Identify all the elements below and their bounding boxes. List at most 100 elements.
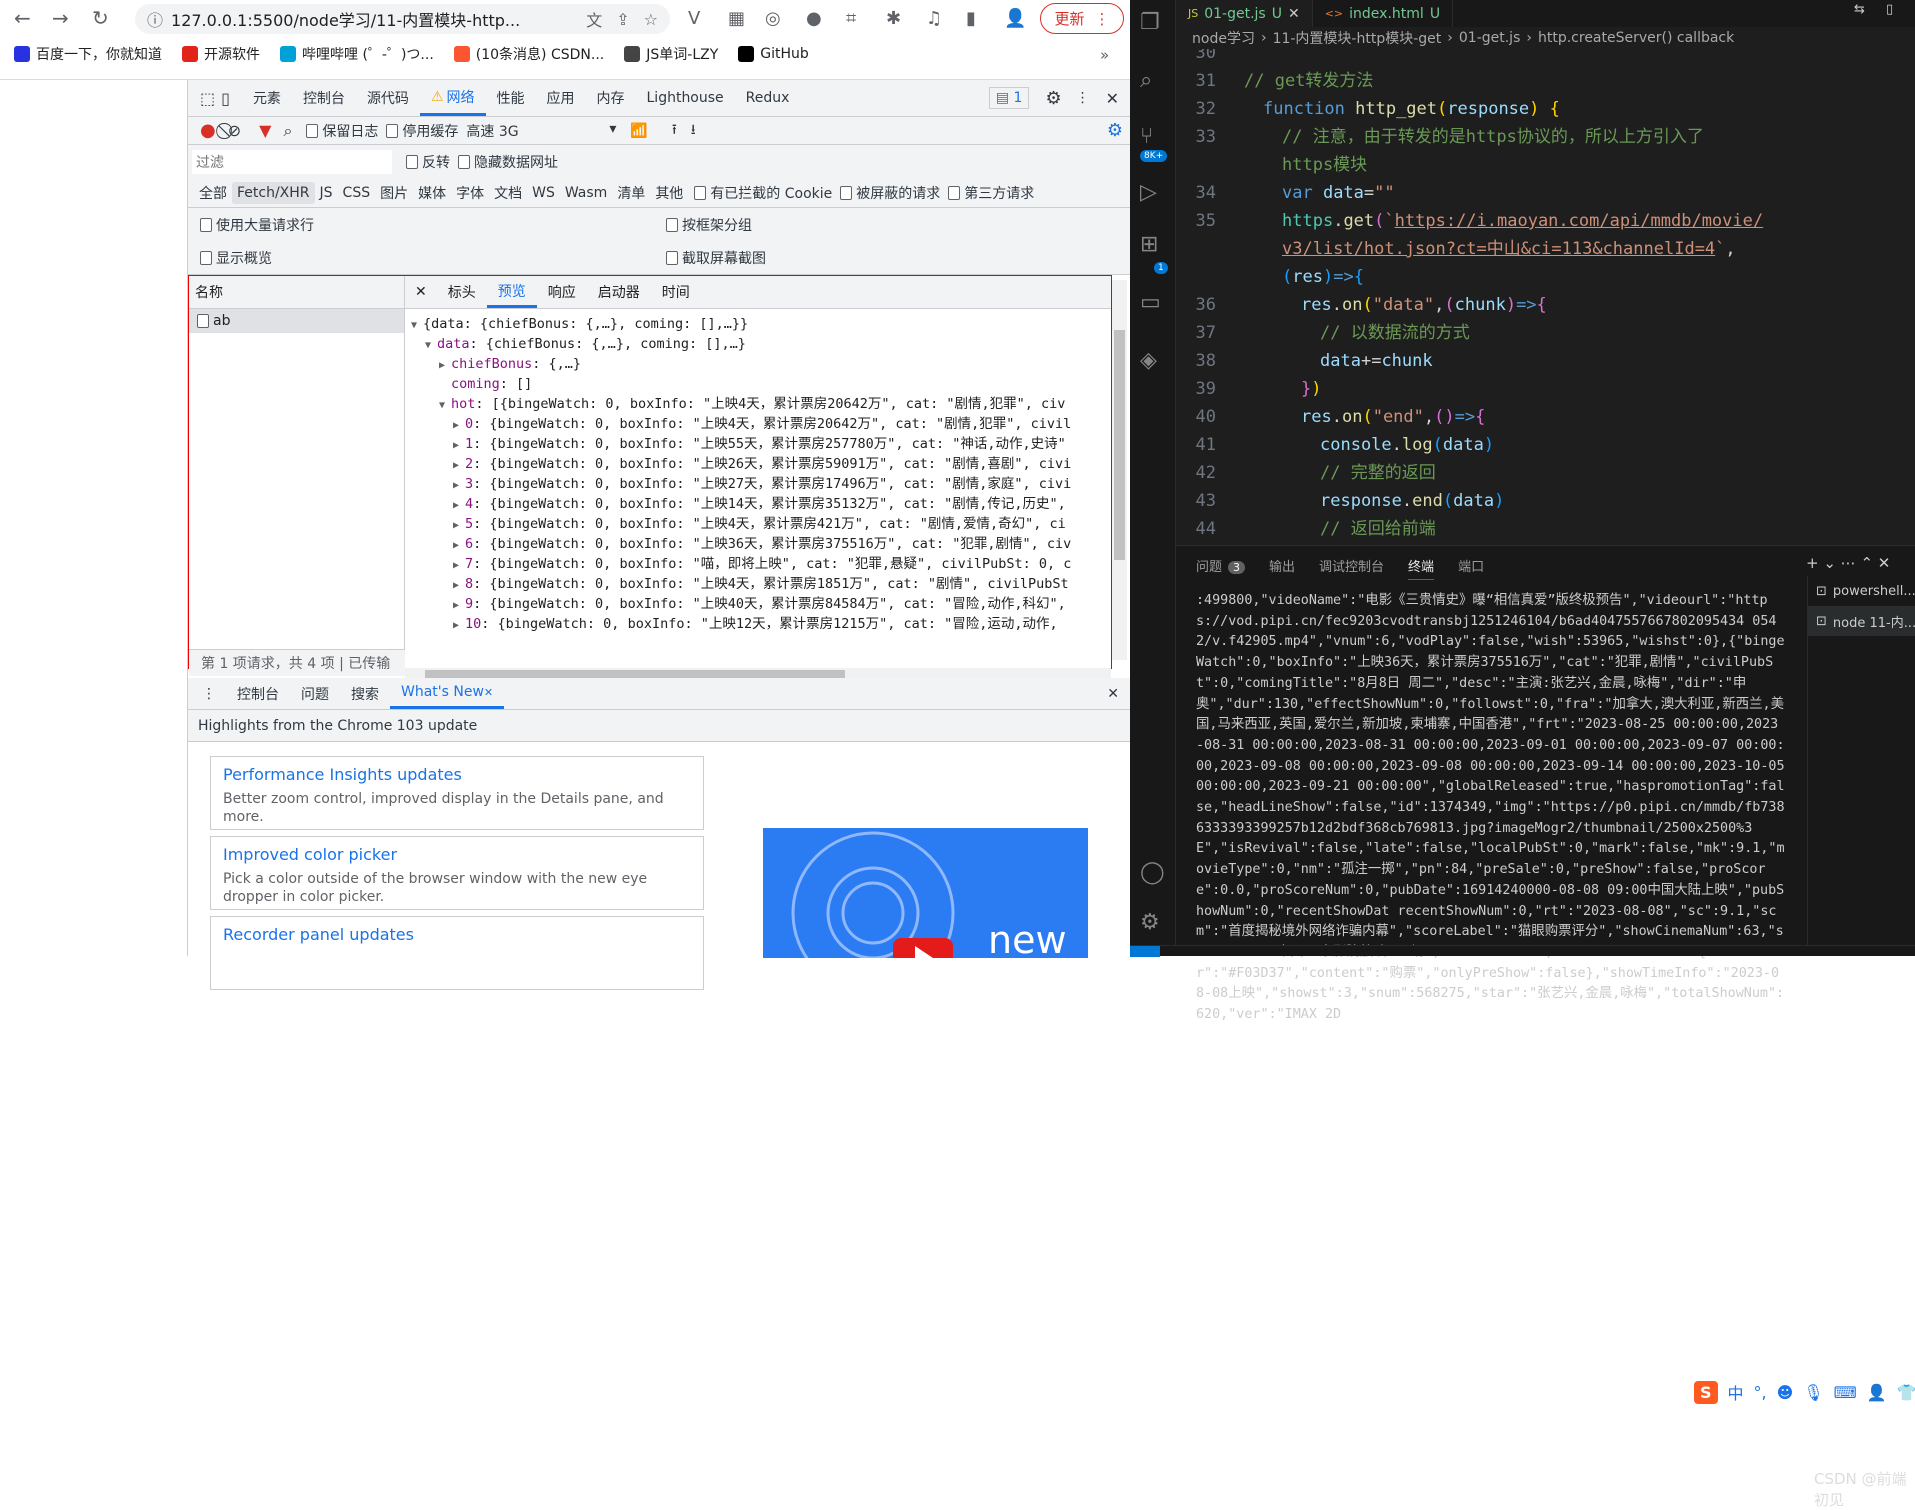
panel-tab[interactable]: 端口 (1458, 556, 1484, 580)
preview-line[interactable]: ▶ 2: {bingeWatch: 0, boxInfo: "上映26天，累计票房… (411, 454, 1099, 474)
details-tab[interactable]: 标头 (437, 276, 487, 308)
bookmark-star-icon[interactable]: ☆ (644, 10, 658, 29)
vertical-scrollbar[interactable] (1112, 280, 1127, 660)
close-devtools-icon[interactable]: ✕ (1106, 89, 1119, 108)
code-line[interactable]: (res)=>{ (1176, 263, 1886, 291)
extensions-puzzle-icon[interactable]: ✱ (886, 8, 901, 29)
device-toolbar-icon[interactable]: ▯ (221, 89, 230, 108)
code-line[interactable]: 44 // 返回给前端 (1176, 515, 1886, 543)
bookmark-item[interactable]: 哔哩哔哩 (゜-゜)つ... (280, 44, 434, 64)
address-bar[interactable]: ⓘ 127.0.0.1:5500/node学习/11-内置模块-http... … (135, 4, 670, 34)
type-filter-4[interactable]: 图片 (375, 180, 413, 206)
type-checkbox[interactable]: 第三方请求 (948, 183, 1034, 203)
type-filter-11[interactable]: 其他 (650, 180, 688, 206)
drawer-tab[interactable]: 控制台 (226, 678, 290, 709)
card-title[interactable]: Improved color picker (223, 845, 691, 864)
type-filter-8[interactable]: WS (527, 182, 560, 204)
terminal-item[interactable]: ⊡ powershell... (1808, 576, 1915, 606)
panel-tab[interactable]: 调试控制台 (1319, 556, 1384, 580)
type-filter-0[interactable]: 全部 (194, 180, 232, 206)
screenshots-checkbox[interactable]: 截取屏幕截图 (666, 241, 766, 274)
code-line[interactable]: v3/list/hot.json?ct=中山&ci=113&channelId=… (1176, 235, 1886, 263)
devtools-tab[interactable]: ⚠ 网络 (419, 80, 486, 116)
whats-new-card[interactable]: Improved color picker Pick a color outsid… (210, 836, 704, 910)
issues-button[interactable]: ▤ 1 (988, 87, 1030, 109)
split-editor-icon[interactable]: ▯ (1886, 2, 1893, 17)
code-line[interactable]: 43 response.end(data) (1176, 487, 1886, 515)
bookmark-item[interactable]: 开源软件 (182, 44, 260, 64)
share-icon[interactable]: ⇪ (616, 10, 629, 29)
breadcrumb-item[interactable]: http.createServer() callback (1538, 30, 1734, 46)
drawer-menu-icon[interactable]: ⋮ (202, 686, 216, 702)
breadcrumb-item[interactable]: 01-get.js (1459, 30, 1521, 46)
skin-icon[interactable]: 👕 (1897, 1383, 1915, 1402)
panel-tab[interactable]: 输出 (1269, 556, 1295, 580)
expand-triangle-icon[interactable]: ▶ (453, 436, 465, 456)
keyboard-icon[interactable]: ⌨ (1834, 1383, 1857, 1402)
code-line[interactable]: 32 function http_get(response) { (1176, 95, 1886, 123)
type-checkbox[interactable]: 有已拦截的 Cookie (694, 183, 832, 203)
bookmark-item[interactable]: GitHub (738, 46, 809, 62)
type-filter-9[interactable]: Wasm (560, 182, 612, 204)
expand-triangle-icon[interactable]: ▶ (453, 416, 465, 436)
editor-tab[interactable]: <> index.html U (1313, 0, 1454, 27)
type-filter-10[interactable]: 清单 (612, 180, 650, 206)
devtools-tab[interactable]: 性能 (486, 80, 536, 116)
hide-data-urls-checkbox[interactable]: 隐藏数据网址 (458, 152, 558, 172)
type-filter-1[interactable]: Fetch/XHR (232, 181, 315, 204)
drawer-tab[interactable]: 搜索 (340, 678, 390, 709)
user-icon[interactable]: 👤 (1867, 1383, 1887, 1402)
drawer-tab[interactable]: 问题 (290, 678, 340, 709)
close-tab-icon[interactable]: ✕ (1288, 6, 1300, 22)
side-panel-icon[interactable]: ▮ (966, 8, 976, 29)
breadcrumb-item[interactable]: 11-内置模块-http模块-get (1273, 28, 1442, 48)
details-tab[interactable]: 响应 (537, 276, 587, 308)
punctuation-icon[interactable]: °, (1754, 1383, 1767, 1402)
type-filter-2[interactable]: JS (315, 182, 338, 204)
emoji-icon[interactable]: ☻ (1777, 1383, 1794, 1402)
group-by-frame-checkbox[interactable]: 按框架分组 (666, 208, 752, 241)
breadcrumb-item[interactable]: node学习 (1192, 28, 1255, 48)
expand-triangle-icon[interactable]: ▶ (453, 476, 465, 496)
media-icon[interactable]: ♫ (926, 8, 942, 29)
code-line[interactable]: 31 // get转发方法 (1176, 67, 1886, 95)
code-line[interactable]: 42 // 完整的返回 (1176, 459, 1886, 487)
filter-input[interactable] (192, 149, 392, 174)
folder-icon[interactable]: ▭ (1140, 290, 1161, 315)
code-line[interactable]: 36 res.on("data",(chunk)=>{ (1176, 291, 1886, 319)
extensions-icon[interactable]: ⊞ (1140, 232, 1158, 257)
card-title[interactable]: Performance Insights updates (223, 765, 691, 784)
close-details-icon[interactable]: ✕ (405, 284, 437, 300)
expand-triangle-icon[interactable]: ▶ (453, 576, 465, 596)
bookmarks-more[interactable]: » (1100, 46, 1109, 64)
preview-line[interactable]: ▶ 9: {bingeWatch: 0, boxInfo: "上映40天，累计票房… (411, 594, 1099, 614)
preview-line[interactable]: ▶ 3: {bingeWatch: 0, boxInfo: "上映27天，累计票房… (411, 474, 1099, 494)
info-icon[interactable]: ⓘ (147, 7, 163, 31)
expand-triangle-icon[interactable]: ▶ (453, 556, 465, 576)
card-title[interactable]: Recorder panel updates (223, 925, 691, 944)
export-har-icon[interactable]: ⭳ (691, 119, 696, 143)
devtools-tab[interactable]: 元素 (242, 80, 292, 116)
type-filter-3[interactable]: CSS (338, 182, 376, 204)
inspect-icon[interactable]: ⬚ (200, 89, 215, 108)
code-line[interactable]: https模块 (1176, 151, 1886, 179)
close-drawer-icon[interactable]: ✕ (1107, 686, 1119, 702)
devtools-tab[interactable]: Redux (735, 80, 801, 116)
type-checkbox[interactable]: 被屏蔽的请求 (840, 183, 940, 203)
extension-github-icon[interactable]: ● (806, 8, 822, 29)
code-editor[interactable]: 30 31// get转发方法 32 function http_get(respon… (1176, 49, 1886, 544)
explorer-icon[interactable]: ❐ (1140, 10, 1160, 35)
expand-triangle-icon[interactable]: ▶ (453, 616, 465, 634)
filter-icon[interactable]: ▼ (259, 121, 271, 140)
preview-line[interactable]: ▼ data: {chiefBonus: {,…}, coming: [],…} (411, 334, 1099, 354)
code-line[interactable]: 38 data+=chunk (1176, 347, 1886, 375)
panel-tab[interactable]: 终端 (1408, 556, 1435, 580)
compare-icon[interactable]: ⇆ (1854, 2, 1865, 17)
preview-line[interactable]: ▶ 1: {bingeWatch: 0, boxInfo: "上映55天，累计票房… (411, 434, 1099, 454)
terminal-output[interactable]: :499800,"videoName":"电影《三贵情史》曝“相信真爱”版终极预… (1196, 591, 1786, 1026)
code-line[interactable]: 30 (1176, 49, 1886, 67)
type-filter-5[interactable]: 媒体 (413, 180, 451, 206)
profile-avatar[interactable]: 👤 (1004, 8, 1026, 29)
editor-tab[interactable]: JS 01-get.js U ✕ (1176, 0, 1313, 27)
preview-line[interactable]: ▼ {data: {chiefBonus: {,…}, coming: [],…}… (411, 314, 1099, 334)
